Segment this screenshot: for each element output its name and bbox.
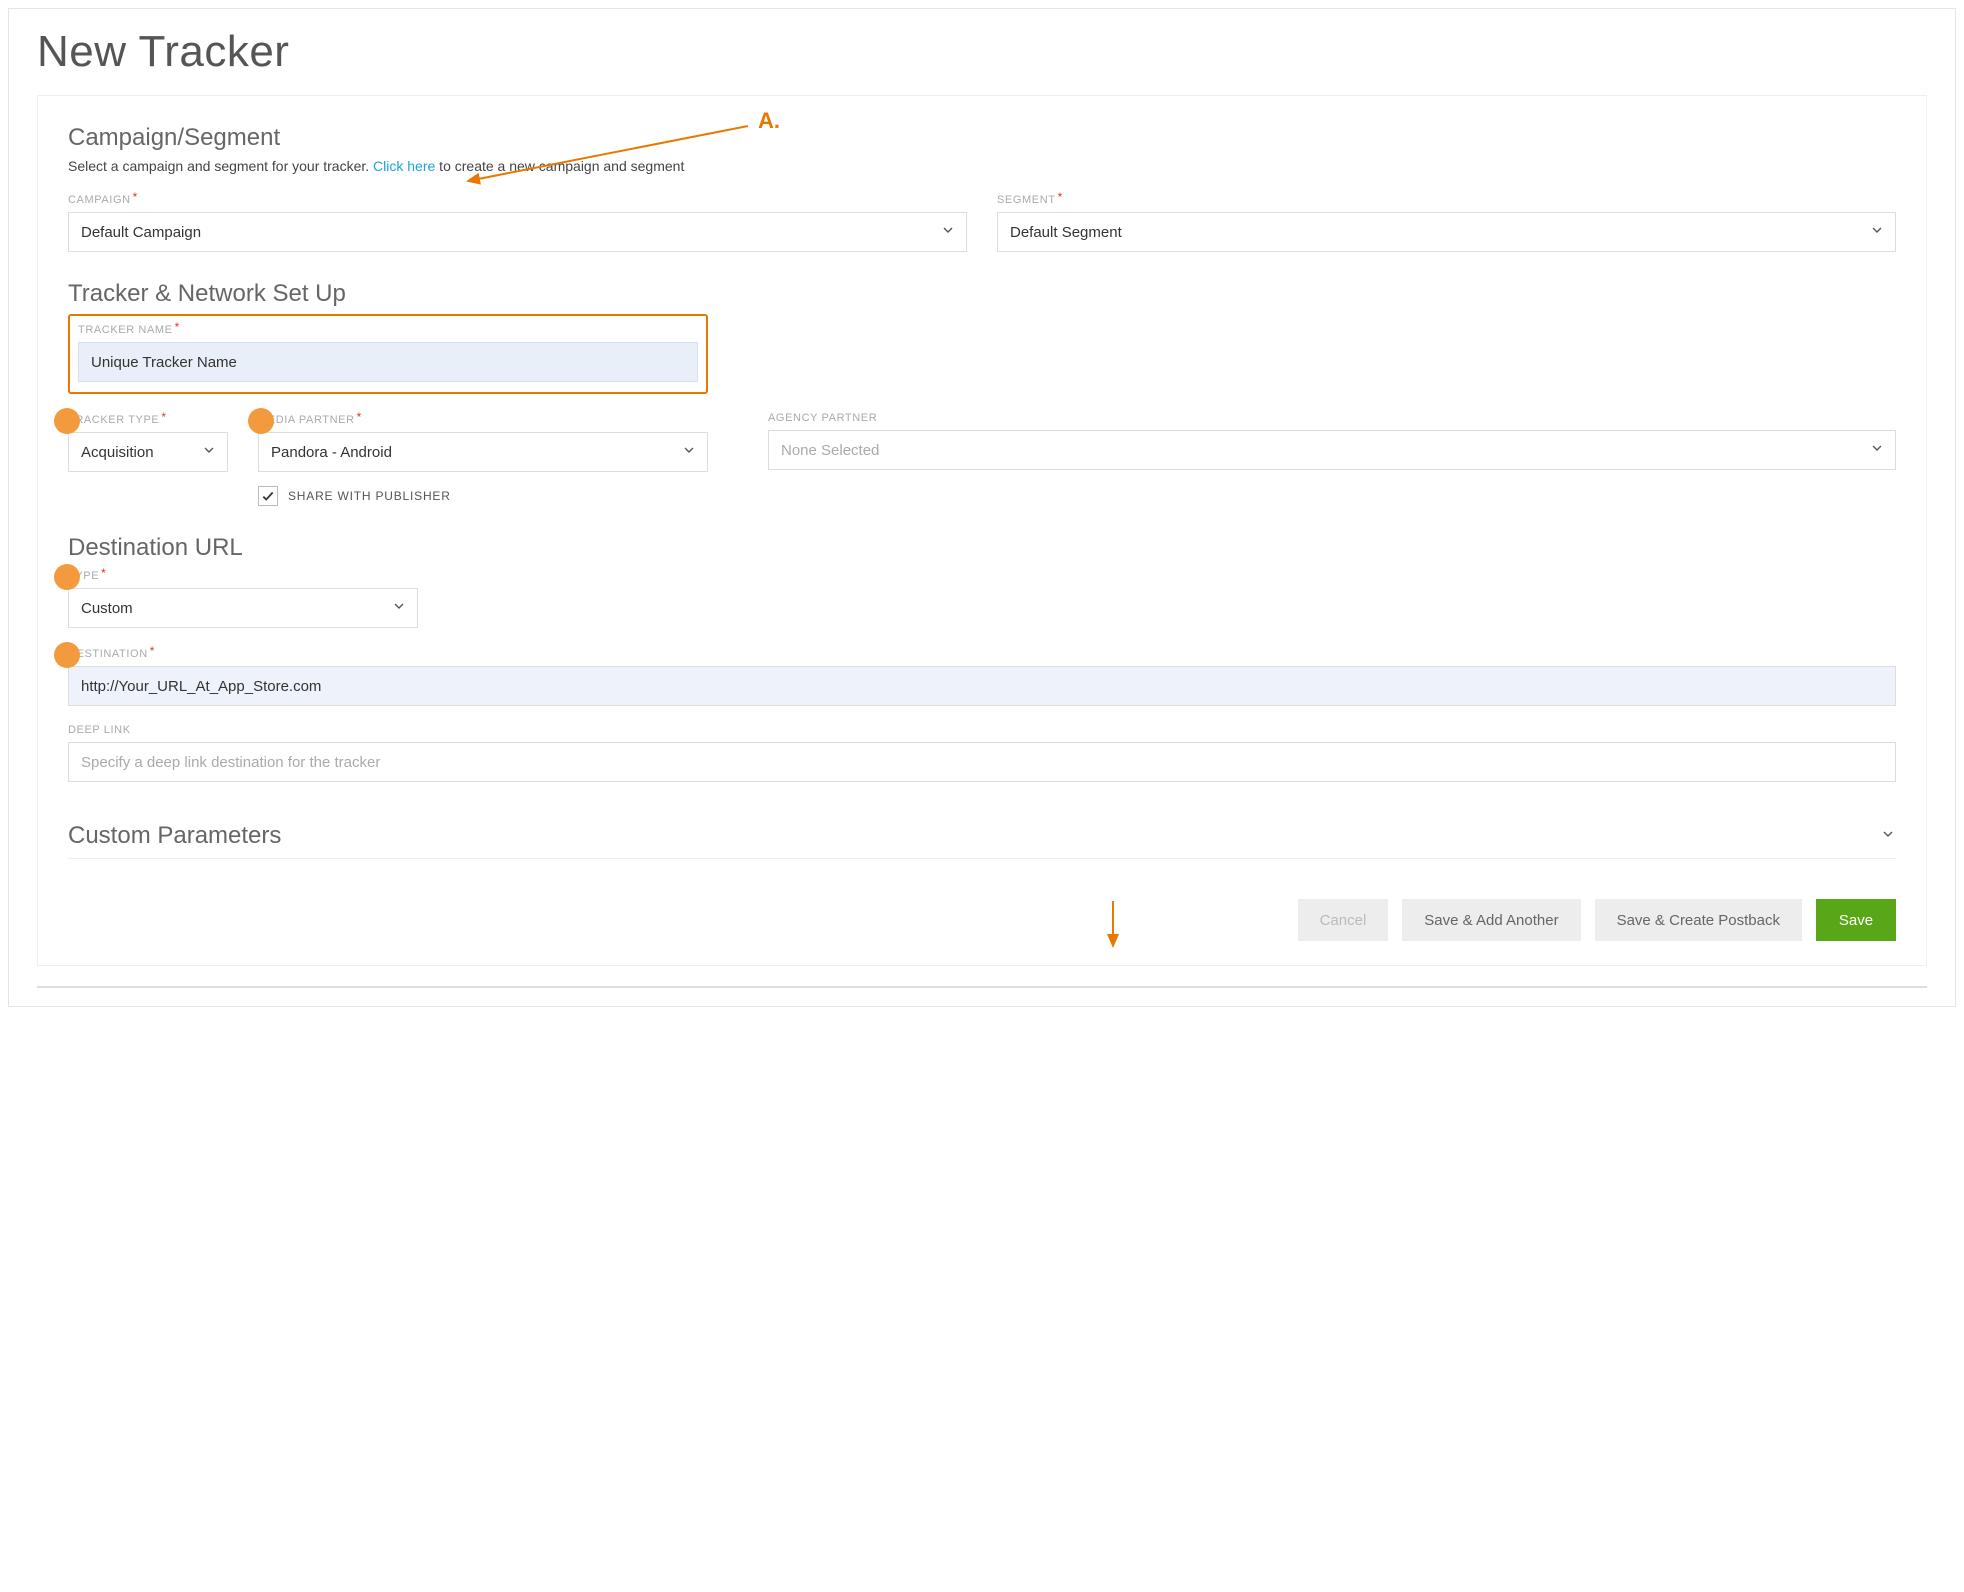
chevron-down-icon — [681, 442, 697, 462]
campaign-segment-section: Campaign/Segment Select a campaign and s… — [68, 124, 1896, 252]
segment-label: SEGMENT* — [997, 192, 1896, 206]
chevron-down-icon — [391, 598, 407, 618]
campaign-segment-subtitle: Select a campaign and segment for your t… — [68, 158, 1896, 174]
share-publisher-checkbox[interactable] — [258, 486, 278, 506]
campaign-segment-title: Campaign/Segment — [68, 124, 1896, 152]
callout-dot-icon — [54, 564, 80, 590]
tracker-type-label: TRACKER TYPE* — [68, 412, 228, 426]
tracker-name-label: TRACKER NAME* — [78, 322, 698, 336]
save-add-another-button[interactable]: Save & Add Another — [1402, 899, 1580, 941]
create-campaign-link[interactable]: Click here — [373, 158, 435, 174]
tracker-setup-section: Tracker & Network Set Up TRACKER NAME* T… — [68, 280, 1896, 506]
campaign-label: CAMPAIGN* — [68, 192, 967, 206]
page-title: New Tracker — [37, 27, 1927, 77]
destination-url-label: DESTINATION* — [68, 646, 1896, 660]
share-publisher-label: SHARE WITH PUBLISHER — [288, 489, 451, 503]
tracker-setup-title: Tracker & Network Set Up — [68, 280, 1896, 308]
save-create-postback-button[interactable]: Save & Create Postback — [1595, 899, 1802, 941]
save-button[interactable]: Save — [1816, 899, 1896, 941]
campaign-sub-post: to create a new campaign and segment — [435, 158, 684, 174]
segment-select[interactable]: Default Segment — [997, 212, 1896, 252]
agency-partner-value: None Selected — [781, 442, 879, 459]
chevron-down-icon — [201, 442, 217, 462]
chevron-down-icon — [1869, 222, 1885, 242]
tracker-type-select[interactable]: Acquisition — [68, 432, 228, 472]
agency-partner-select[interactable]: None Selected — [768, 430, 1896, 470]
page-container: New Tracker A. Campaign/Segment Select — [8, 8, 1956, 1007]
campaign-select-value: Default Campaign — [81, 224, 201, 241]
destination-section: Destination URL TYPE* Custom DESTINATION… — [68, 534, 1896, 782]
campaign-sub-pre: Select a campaign and segment for your t… — [68, 158, 373, 174]
chevron-down-icon — [940, 222, 956, 242]
action-bar: Cancel Save & Add Another Save & Create … — [68, 899, 1896, 941]
media-partner-value: Pandora - Android — [271, 444, 392, 461]
tracker-type-value: Acquisition — [81, 444, 154, 461]
callout-dot-icon — [248, 408, 274, 434]
check-icon — [261, 489, 275, 503]
campaign-select[interactable]: Default Campaign — [68, 212, 967, 252]
custom-parameters-title: Custom Parameters — [68, 822, 281, 850]
deep-link-label: DEEP LINK — [68, 724, 1896, 736]
callout-dot-icon — [54, 408, 80, 434]
tracker-name-highlight: TRACKER NAME* — [68, 314, 708, 394]
footer-divider — [37, 986, 1927, 988]
agency-partner-label: AGENCY PARTNER — [768, 412, 1896, 424]
callout-dot-icon — [54, 642, 80, 668]
custom-parameters-section[interactable]: Custom Parameters — [68, 822, 1896, 859]
deep-link-input[interactable] — [68, 742, 1896, 782]
cancel-button[interactable]: Cancel — [1298, 899, 1389, 941]
destination-title: Destination URL — [68, 534, 1896, 562]
destination-url-input[interactable] — [68, 666, 1896, 706]
chevron-down-icon — [1869, 440, 1885, 460]
dest-type-label: TYPE* — [68, 568, 418, 582]
chevron-down-icon — [1880, 826, 1896, 847]
tracker-name-input[interactable] — [78, 342, 698, 382]
segment-select-value: Default Segment — [1010, 224, 1122, 241]
dest-type-select[interactable]: Custom — [68, 588, 418, 628]
dest-type-value: Custom — [81, 600, 133, 617]
form-card: A. Campaign/Segment Select a campaign an… — [37, 95, 1927, 966]
media-partner-label: MEDIA PARTNER* — [258, 412, 708, 426]
media-partner-select[interactable]: Pandora - Android — [258, 432, 708, 472]
